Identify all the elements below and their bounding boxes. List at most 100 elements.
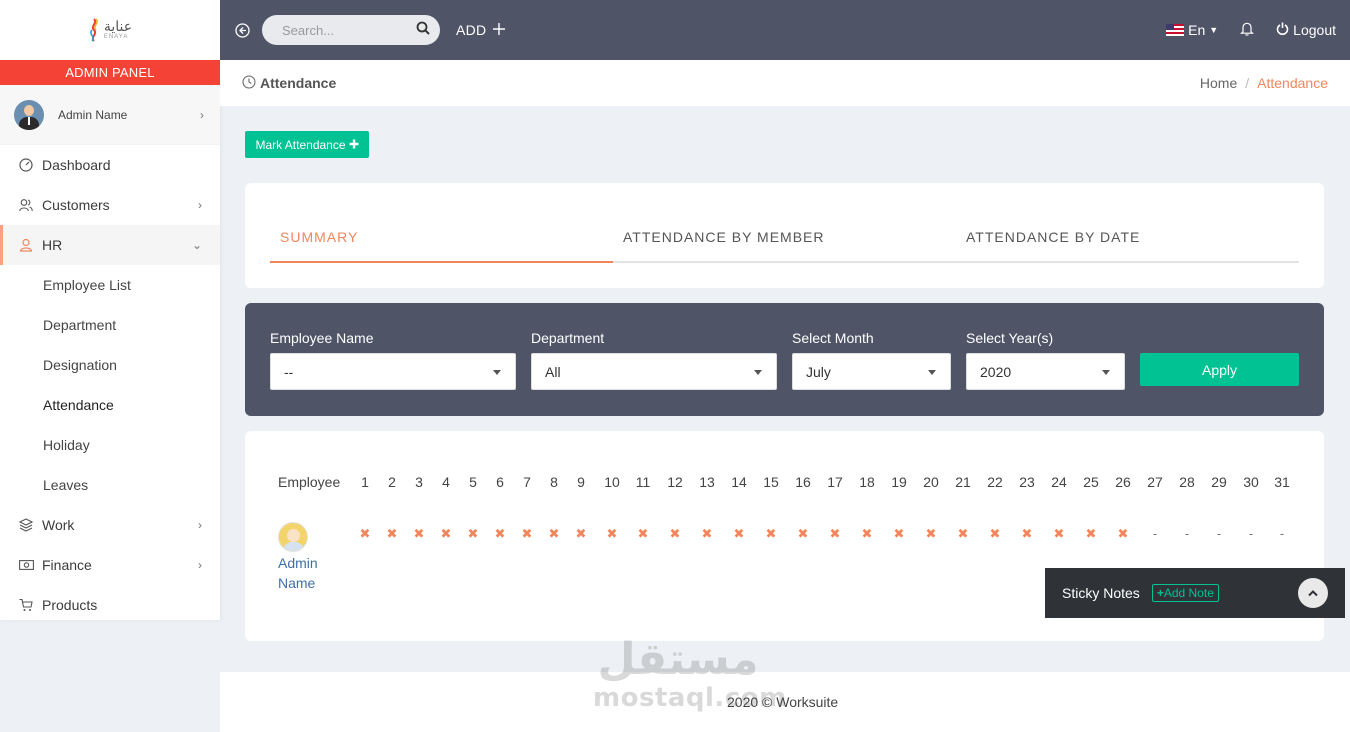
- tab-attendance-by-member[interactable]: ATTENDANCE BY MEMBER: [613, 217, 956, 261]
- absent-mark-icon: ✖: [765, 526, 777, 541]
- sidebar: عناية ENAYA ADMIN PANEL Admin Name › Das…: [0, 0, 220, 620]
- breadcrumb-separator: /: [1245, 75, 1250, 91]
- day-column-header: 26: [1115, 474, 1131, 490]
- year-filter: Select Year(s) 2020: [966, 330, 1125, 390]
- day-column-header: 21: [955, 474, 971, 490]
- absent-mark-icon: ✖: [1117, 526, 1129, 541]
- bell-icon[interactable]: [1239, 21, 1255, 39]
- sidebar-subitem-department[interactable]: Department: [0, 305, 220, 345]
- profile-name: Admin Name: [58, 107, 128, 122]
- sidebar-item-products[interactable]: Products: [0, 585, 220, 620]
- logout-button[interactable]: Logout: [1276, 22, 1336, 38]
- employee-name-line: Name: [278, 575, 316, 591]
- mark-attendance-button[interactable]: Mark Attendance: [245, 131, 369, 158]
- add-note-button[interactable]: +Add Note: [1151, 584, 1219, 602]
- absent-mark-icon: ✖: [521, 526, 533, 541]
- back-arrow-icon[interactable]: [234, 22, 250, 38]
- employee-select[interactable]: --: [270, 353, 516, 390]
- absent-mark-icon: ✖: [467, 526, 479, 541]
- no-record-mark: -: [1279, 526, 1285, 541]
- chevron-right-icon: ›: [198, 518, 202, 532]
- collapse-button[interactable]: [1298, 578, 1328, 608]
- add-label: ADD: [456, 22, 487, 38]
- employee-name-link[interactable]: Admin Name: [278, 553, 328, 593]
- day-column-header: 17: [827, 474, 843, 490]
- search-input[interactable]: [282, 22, 416, 38]
- logo[interactable]: عناية ENAYA: [0, 0, 220, 60]
- employee-filter-label: Employee Name: [270, 330, 374, 346]
- tab-attendance-by-date[interactable]: ATTENDANCE BY DATE: [956, 217, 1299, 261]
- sidebar-item-label: Finance: [42, 557, 92, 573]
- absent-mark-icon: ✖: [1021, 526, 1033, 541]
- absent-mark-icon: ✖: [637, 526, 649, 541]
- absent-mark-icon: ✖: [893, 526, 905, 541]
- chevron-up-icon: [1308, 586, 1318, 600]
- employee-filter: Employee Name --: [270, 330, 516, 390]
- sidebar-item-work[interactable]: Work ›: [0, 505, 220, 545]
- sidebar-subitem-holiday[interactable]: Holiday: [0, 425, 220, 465]
- sidebar-subitem-leaves[interactable]: Leaves: [0, 465, 220, 505]
- add-button[interactable]: ADD: [456, 22, 506, 39]
- tabs: SUMMARY ATTENDANCE BY MEMBER ATTENDANCE …: [270, 217, 1299, 263]
- search-icon[interactable]: [416, 21, 430, 40]
- page-header: Attendance Home / Attendance: [220, 60, 1350, 106]
- sidebar-item-hr[interactable]: HR ⌄: [0, 225, 220, 265]
- year-select[interactable]: 2020: [966, 353, 1125, 390]
- breadcrumb-home[interactable]: Home: [1200, 75, 1237, 91]
- profile-menu[interactable]: Admin Name ›: [0, 85, 220, 145]
- chevron-right-icon: ›: [198, 198, 202, 212]
- month-filter-label: Select Month: [792, 330, 874, 346]
- absent-mark-icon: ✖: [440, 526, 452, 541]
- day-column-header: 4: [442, 474, 450, 490]
- avatar[interactable]: [278, 522, 308, 552]
- day-column-header: 6: [496, 474, 504, 490]
- logout-label: Logout: [1293, 22, 1336, 38]
- absent-mark-icon: ✖: [669, 526, 681, 541]
- language-selector[interactable]: En ▼: [1166, 22, 1218, 38]
- dashboard-icon: [18, 157, 34, 173]
- sidebar-item-label: Work: [42, 517, 75, 533]
- no-record-mark: -: [1184, 526, 1190, 541]
- sidebar-subitem-attendance[interactable]: Attendance: [0, 385, 220, 425]
- day-column-header: 8: [550, 474, 558, 490]
- department-select-value: All: [545, 363, 561, 380]
- sticky-notes-bar: Sticky Notes +Add Note: [1045, 568, 1345, 618]
- absent-mark-icon: ✖: [386, 526, 398, 541]
- day-column-header: 5: [469, 474, 477, 490]
- logo-icon: [90, 18, 98, 42]
- absent-mark-icon: ✖: [861, 526, 873, 541]
- day-column-header: 16: [795, 474, 811, 490]
- sidebar-subitem-employee-list[interactable]: Employee List: [0, 265, 220, 305]
- caret-down-icon: ▼: [1209, 25, 1219, 35]
- sidebar-item-dashboard[interactable]: Dashboard: [0, 145, 220, 185]
- apply-button[interactable]: Apply: [1140, 353, 1299, 386]
- chevron-right-icon: ›: [198, 558, 202, 572]
- month-select[interactable]: July: [792, 353, 951, 390]
- breadcrumb-current: Attendance: [1257, 75, 1328, 91]
- day-column-header: 12: [667, 474, 683, 490]
- tab-summary[interactable]: SUMMARY: [270, 217, 613, 263]
- absent-mark-icon: ✖: [989, 526, 1001, 541]
- employee-select-value: --: [284, 363, 294, 380]
- day-column-header: 31: [1274, 474, 1290, 490]
- day-column-header: 15: [763, 474, 779, 490]
- work-icon: [18, 517, 34, 533]
- absent-mark-icon: ✖: [829, 526, 841, 541]
- absent-mark-icon: ✖: [413, 526, 425, 541]
- department-select[interactable]: All: [531, 353, 777, 390]
- absent-mark-icon: ✖: [733, 526, 745, 541]
- day-column-header: 19: [891, 474, 907, 490]
- sidebar-subitem-designation[interactable]: Designation: [0, 345, 220, 385]
- department-filter: Department All: [531, 330, 777, 390]
- sidebar-item-customers[interactable]: Customers ›: [0, 185, 220, 225]
- day-column-header: 3: [415, 474, 423, 490]
- sidebar-item-label: Products: [42, 597, 98, 613]
- day-column-header: 14: [731, 474, 747, 490]
- plus-icon: [349, 138, 359, 152]
- sidebar-item-finance[interactable]: Finance ›: [0, 545, 220, 585]
- day-column-header: 13: [699, 474, 715, 490]
- chevron-down-icon: ⌄: [191, 238, 202, 252]
- plus-icon: [492, 22, 506, 39]
- day-column-header: 28: [1179, 474, 1195, 490]
- day-column-header: 18: [859, 474, 875, 490]
